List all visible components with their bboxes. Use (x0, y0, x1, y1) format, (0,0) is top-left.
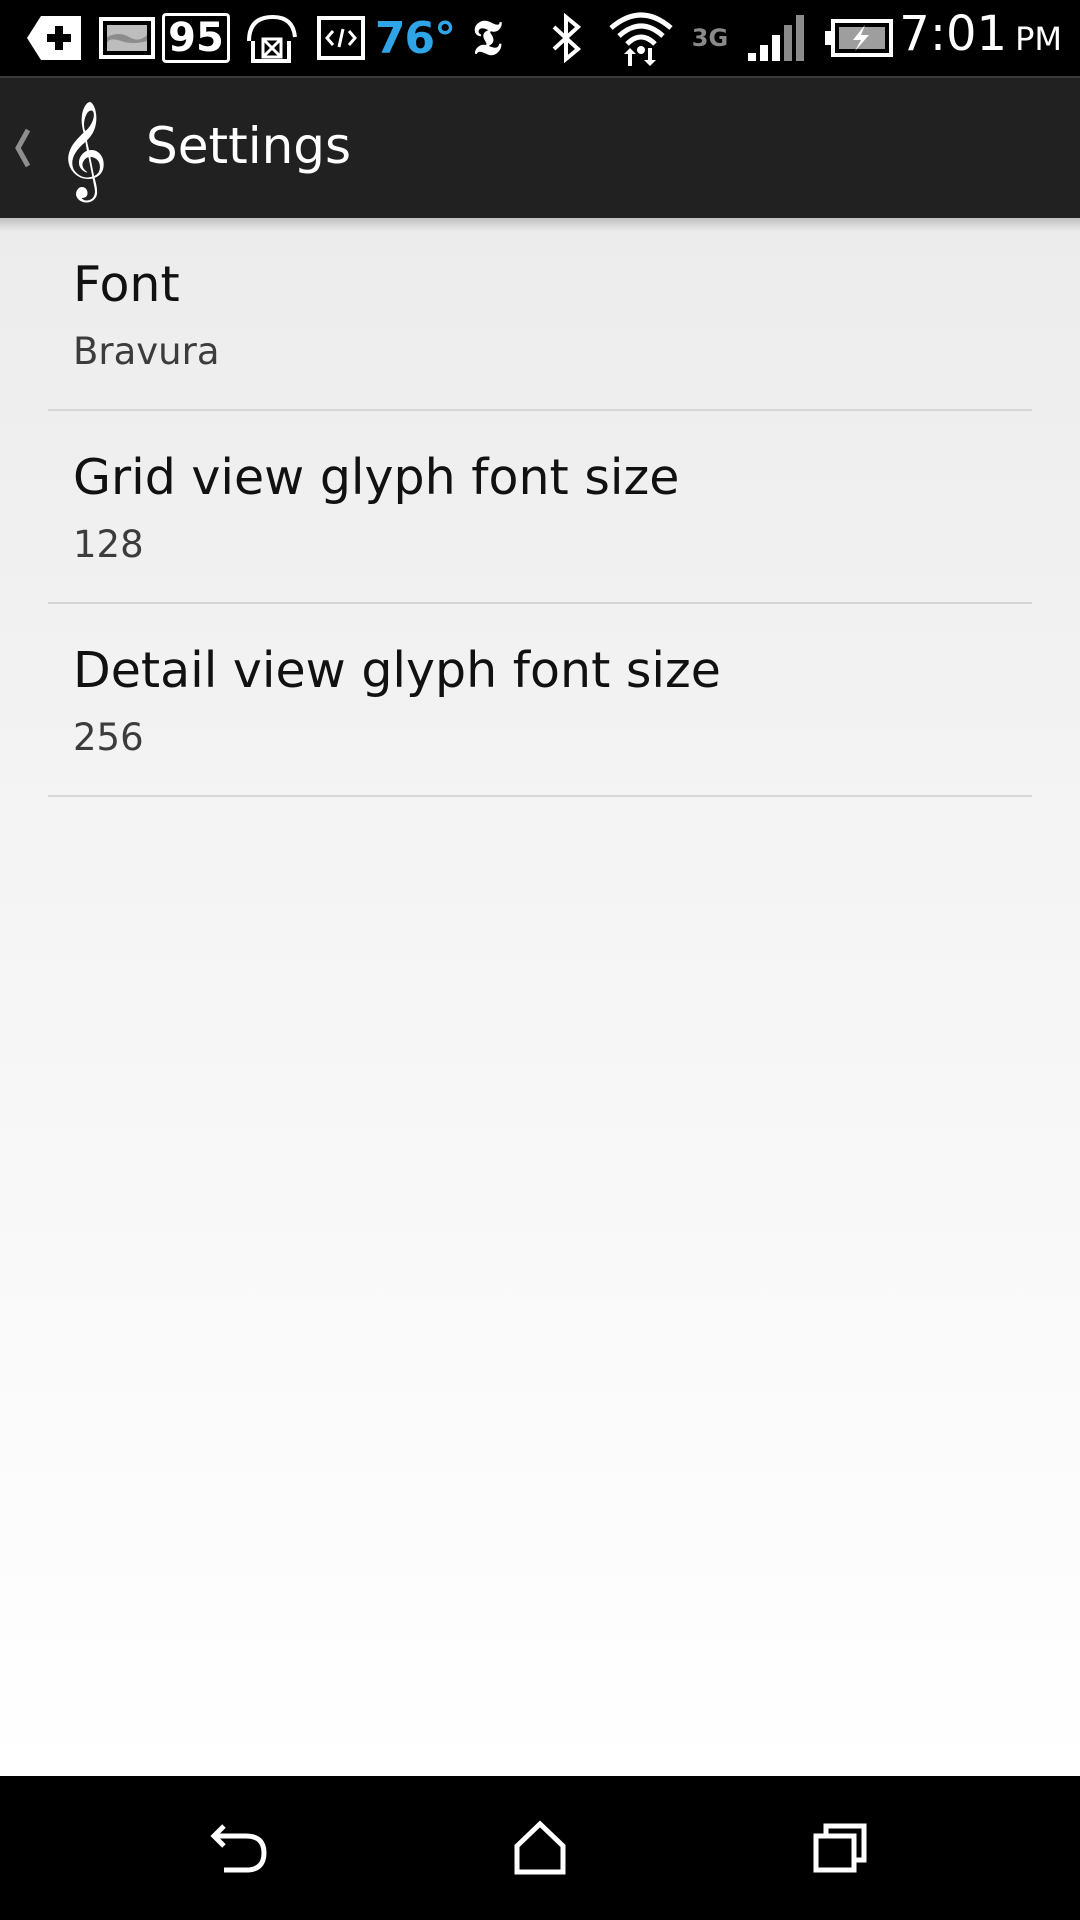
network-type: 3G (691, 24, 729, 52)
signal-icon (746, 10, 806, 66)
pref-grid-view-glyph-font-size[interactable]: Grid view glyph font size 128 (48, 411, 1032, 604)
pref-detail-view-glyph-font-size[interactable]: Detail view glyph font size 256 (48, 604, 1032, 797)
image-download-icon (242, 10, 300, 66)
action-bar-shadow (0, 218, 1080, 232)
navigation-bar (0, 1776, 1080, 1920)
chevron-left-icon[interactable] (10, 118, 34, 178)
back-icon[interactable] (200, 1812, 280, 1884)
pref-summary: Bravura (73, 330, 220, 373)
code-icon (316, 10, 366, 66)
page-title: Settings (146, 117, 352, 175)
pref-summary: 128 (73, 523, 144, 566)
bluetooth-icon (546, 10, 588, 66)
treble-clef-icon[interactable]: 𝄞 (48, 104, 118, 194)
wifi-icon (606, 10, 676, 66)
action-bar: 𝄞 Settings (0, 76, 1080, 218)
photo-icon (98, 10, 156, 66)
battery-charging-icon (824, 10, 894, 66)
status-time: 7:01 PM (899, 6, 1062, 62)
notification-count-badge: 95 (162, 10, 230, 66)
home-icon[interactable] (500, 1812, 580, 1884)
preferences-list: Font Bravura Grid view glyph font size 1… (0, 218, 1080, 1776)
pref-title: Grid view glyph font size (73, 449, 680, 506)
pref-title: Detail view glyph font size (73, 642, 721, 699)
recents-icon[interactable] (800, 1812, 880, 1884)
screen: 95 76° 𝕿 3G 7:01 PM 𝄞 Settings Font Brav… (0, 0, 1080, 1920)
pref-font[interactable]: Font Bravura (48, 218, 1032, 411)
pref-title: Font (73, 256, 180, 313)
temperature: 76° (374, 12, 456, 64)
nytimes-icon: 𝕿 (472, 9, 502, 66)
health-plus-icon (26, 10, 82, 66)
status-bar: 95 76° 𝕿 3G 7:01 PM (0, 0, 1080, 76)
pref-summary: 256 (73, 716, 144, 759)
